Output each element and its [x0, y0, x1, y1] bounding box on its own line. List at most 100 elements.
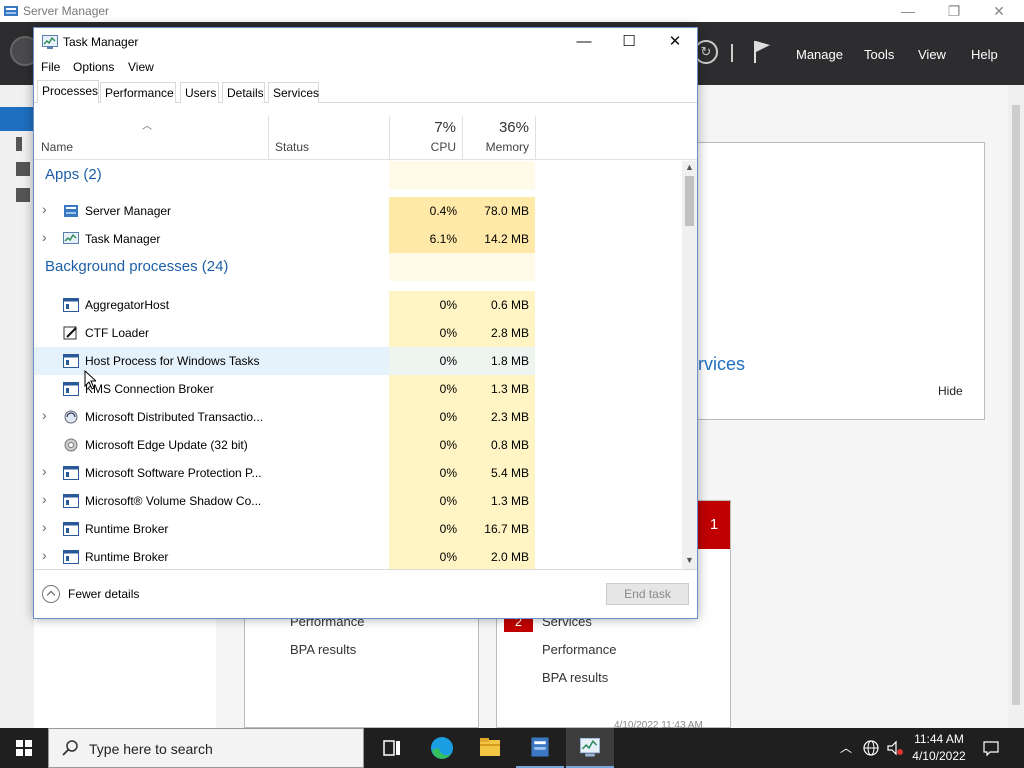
menu-manage[interactable]: Manage [796, 47, 843, 62]
close-button[interactable]: ✕ [976, 0, 1022, 22]
process-name: KMS Connection Broker [85, 382, 214, 396]
minimize-button[interactable]: — [885, 0, 931, 22]
tab-users[interactable]: Users [180, 82, 219, 103]
close-button[interactable]: ✕ [652, 28, 698, 56]
card-right-performance[interactable]: Performance [542, 642, 616, 657]
expand-chevron-icon[interactable]: › [42, 229, 47, 245]
alert-badge: 1 [698, 501, 730, 549]
server-manager-scrollbar[interactable] [1008, 85, 1024, 728]
process-row[interactable]: › Runtime Broker 0% 2.0 MB [34, 543, 682, 569]
group-title: Background processes (24) [45, 258, 229, 275]
memory-total-percent[interactable]: 36% [462, 119, 529, 136]
notification-center-icon[interactable] [982, 739, 1000, 757]
tab-processes[interactable]: Processes [37, 80, 99, 103]
clock-time[interactable]: 11:44 AM [912, 732, 966, 746]
expand-chevron-icon[interactable]: › [42, 407, 47, 423]
expand-chevron-icon[interactable]: › [42, 519, 47, 535]
process-row[interactable]: KMS Connection Broker 0% 1.3 MB [34, 375, 682, 403]
search-icon [62, 740, 78, 756]
column-header-name[interactable]: Name [41, 140, 73, 154]
edge-browser-icon[interactable] [418, 728, 466, 768]
process-name: Task Manager [85, 232, 161, 246]
process-row[interactable]: AggregatorHost 0% 0.6 MB [34, 291, 682, 319]
process-memory: 78.0 MB [484, 204, 529, 218]
tab-services[interactable]: Services [268, 82, 319, 103]
task-manager-titlebar[interactable]: Task Manager — ☐ ✕ [34, 28, 697, 56]
expand-chevron-icon[interactable]: › [42, 463, 47, 479]
notifications-flag-icon[interactable] [752, 40, 772, 64]
clock-date[interactable]: 4/10/2022 [912, 749, 966, 763]
tab-details[interactable]: Details [222, 82, 265, 103]
scroll-thumb[interactable] [685, 176, 694, 226]
scroll-up-icon[interactable]: ▲ [685, 162, 694, 172]
menu-help[interactable]: Help [971, 47, 998, 62]
menu-tools[interactable]: Tools [864, 47, 894, 62]
volume-muted-icon[interactable] [886, 739, 904, 757]
nav-all-servers-icon[interactable] [16, 162, 30, 176]
task-manager-taskbar-icon[interactable] [566, 728, 614, 768]
process-row[interactable]: › Microsoft Distributed Transactio... 0% 2.… [34, 403, 682, 431]
maximize-button[interactable]: ☐ [606, 28, 652, 56]
process-row[interactable]: › Microsoft® Volume Shadow Co... 0% 1.3 MB [34, 487, 682, 515]
fewer-details-button[interactable]: Fewer details [68, 587, 139, 601]
column-divider[interactable] [268, 116, 269, 160]
process-memory: 0.8 MB [490, 438, 529, 452]
card-left-bpa[interactable]: BPA results [290, 642, 356, 657]
show-hidden-icons-icon[interactable]: ︿ [838, 740, 854, 756]
column-divider[interactable] [535, 116, 536, 160]
process-memory: 2.3 MB [490, 410, 529, 424]
network-globe-icon[interactable] [862, 739, 880, 757]
process-memory: 0.6 MB [490, 298, 529, 312]
process-memory: 2.8 MB [490, 326, 529, 340]
menu-file[interactable]: File [41, 60, 60, 74]
card-right-bpa[interactable]: BPA results [542, 670, 608, 685]
tab-performance[interactable]: Performance [100, 82, 176, 103]
service-window-icon [63, 550, 79, 564]
expand-chevron-icon[interactable]: › [42, 201, 47, 217]
column-header-status[interactable]: Status [275, 140, 309, 154]
group-header[interactable]: Background processes (24) [34, 253, 682, 291]
menu-options[interactable]: Options [73, 60, 114, 74]
role-card-left [244, 617, 479, 728]
column-header-cpu[interactable]: CPU [390, 140, 456, 154]
process-row[interactable]: › Server Manager 0.4% 78.0 MB [34, 197, 682, 225]
process-row[interactable]: › Runtime Broker 0% 16.7 MB [34, 515, 682, 543]
file-explorer-icon[interactable] [466, 728, 514, 768]
edge-update-icon [64, 438, 78, 452]
group-header[interactable]: Apps (2) [34, 161, 682, 197]
menu-view[interactable]: View [128, 60, 154, 74]
cpu-total-percent[interactable]: 7% [390, 119, 456, 136]
server-manager-taskbar-icon[interactable] [516, 728, 564, 768]
end-task-button[interactable]: End task [606, 583, 689, 605]
process-row[interactable]: Microsoft Edge Update (32 bit) 0% 0.8 MB [34, 431, 682, 459]
service-window-icon [63, 494, 79, 508]
search-input[interactable]: Type here to search [48, 728, 364, 768]
nav-local-server-icon[interactable] [16, 137, 22, 151]
process-cpu: 0% [439, 550, 457, 564]
expand-chevron-icon[interactable]: › [42, 491, 47, 507]
nav-file-services-icon[interactable] [16, 188, 30, 202]
column-header-memory[interactable]: Memory [462, 140, 529, 154]
scroll-down-icon[interactable]: ▼ [685, 555, 694, 565]
windows-start-icon[interactable] [0, 728, 48, 768]
tab-strip: Processes Performance Users Details Serv… [34, 78, 697, 103]
process-row[interactable]: › Task Manager 6.1% 14.2 MB [34, 225, 682, 253]
fewer-details-icon[interactable] [42, 585, 60, 603]
hide-link[interactable]: Hide [938, 384, 963, 398]
menu-view[interactable]: View [918, 47, 946, 62]
process-row[interactable]: CTF Loader 0% 2.8 MB [34, 319, 682, 347]
task-manager-icon [42, 35, 58, 49]
restore-button[interactable]: ❐ [931, 0, 977, 22]
task-manager-menubar: File Options View [34, 56, 697, 78]
expand-chevron-icon[interactable]: › [42, 547, 47, 563]
services-link[interactable]: rvices [698, 354, 745, 375]
search-placeholder: Type here to search [89, 741, 213, 757]
process-memory: 1.8 MB [490, 354, 529, 368]
process-list-scrollbar[interactable]: ▲ ▼ [682, 161, 697, 569]
nav-dashboard[interactable] [0, 107, 34, 131]
process-row[interactable]: › Microsoft Software Protection P... 0% 5.4… [34, 459, 682, 487]
process-name-cell: › Runtime Broker [34, 543, 389, 569]
task-view-icon[interactable] [368, 728, 416, 768]
process-row[interactable]: Host Process for Windows Tasks 0% 1.8 MB [34, 347, 682, 375]
minimize-button[interactable]: — [561, 28, 607, 56]
